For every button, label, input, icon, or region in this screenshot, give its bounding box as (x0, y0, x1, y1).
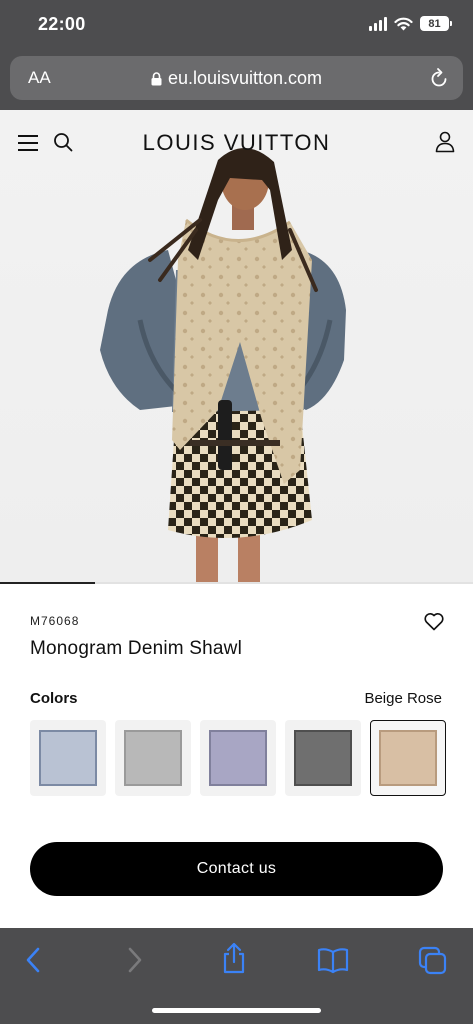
model-illustration (100, 147, 346, 584)
address-bar[interactable]: AA eu.louisvuitton.com (10, 56, 463, 100)
brand-logo[interactable]: LOUIS VUITTON (0, 130, 473, 156)
share-icon[interactable] (220, 942, 248, 974)
wifi-icon (394, 17, 413, 30)
status-time: 22:00 (38, 14, 86, 34)
url-display[interactable]: eu.louisvuitton.com (10, 68, 463, 89)
color-swatch-beige-rose[interactable] (370, 720, 446, 796)
site-header: LOUIS VUITTON (0, 110, 473, 176)
account-icon[interactable] (435, 131, 455, 153)
bookmarks-icon[interactable] (316, 946, 350, 974)
carousel-progress-thumb (0, 582, 95, 584)
reload-icon[interactable] (429, 67, 449, 89)
color-swatches (30, 720, 446, 796)
battery-icon: 81 (420, 16, 452, 31)
swatch-thumbnail (379, 730, 437, 786)
product-image[interactable] (0, 110, 473, 584)
url-text: eu.louisvuitton.com (167, 68, 323, 88)
tabs-icon[interactable] (418, 946, 448, 976)
swatch-thumbnail (39, 730, 97, 786)
forward-icon[interactable] (126, 946, 144, 974)
color-swatch-blue[interactable] (30, 720, 106, 796)
back-icon[interactable] (24, 946, 42, 974)
swatch-thumbnail (209, 730, 267, 786)
selected-color-name: Beige Rose (364, 690, 442, 707)
image-carousel-progress (0, 582, 473, 584)
colors-label: Colors (30, 690, 78, 707)
swatch-thumbnail (124, 730, 182, 786)
heart-icon[interactable] (424, 612, 444, 631)
lock-icon (151, 72, 162, 86)
product-sku: M76068 (30, 614, 80, 628)
swatch-thumbnail (294, 730, 352, 786)
contact-us-button[interactable]: Contact us (30, 842, 443, 896)
color-swatch-dark-grey[interactable] (285, 720, 361, 796)
cellular-signal-icon (369, 16, 387, 31)
color-swatch-lavender[interactable] (200, 720, 276, 796)
browser-address-area: AA eu.louisvuitton.com (0, 52, 473, 110)
home-indicator (152, 1008, 321, 1013)
status-indicators: 81 (369, 16, 452, 31)
status-bar: 22:00 81 (0, 0, 473, 52)
color-swatch-grey[interactable] (115, 720, 191, 796)
product-name: Monogram Denim Shawl (30, 638, 243, 659)
